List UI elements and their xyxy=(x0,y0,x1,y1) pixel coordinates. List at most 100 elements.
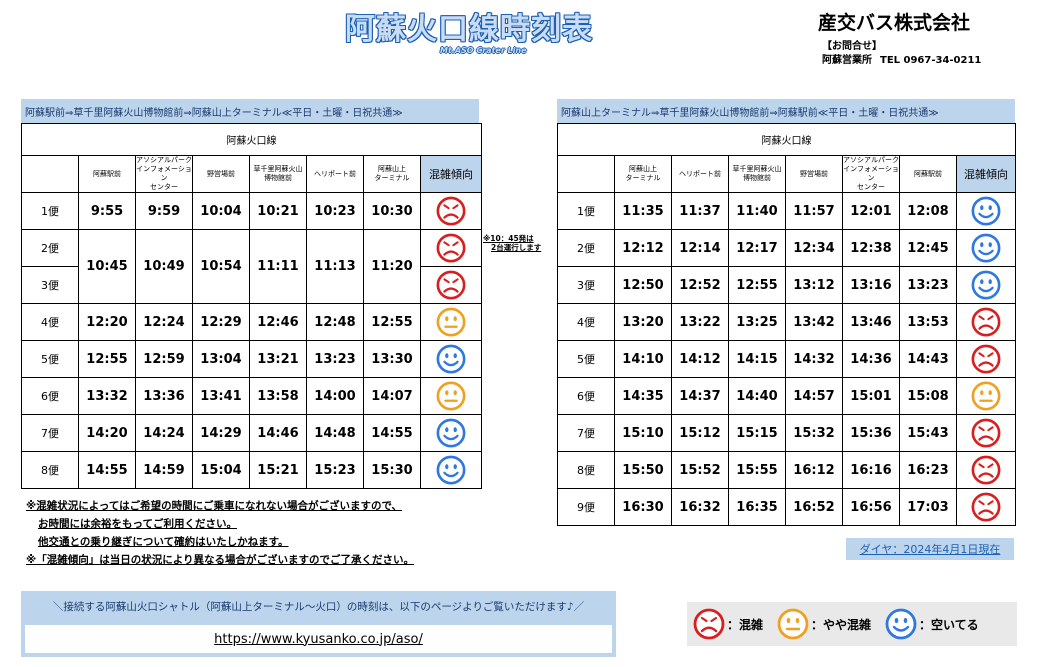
crowded-icon xyxy=(420,229,482,267)
departure-time: 14:29 xyxy=(192,414,250,452)
departure-time: 15:23 xyxy=(306,451,364,489)
bin-number: 1便 xyxy=(557,192,615,230)
bin-number: 2便 xyxy=(21,229,79,267)
congestion-legend: ：混雑 ：やや混雑 ：空いてる xyxy=(687,602,1017,646)
crowded-icon xyxy=(956,488,1016,526)
departure-time: 9:55 xyxy=(78,192,136,230)
departure-time: 14:07 xyxy=(363,377,421,415)
departure-time: 15:32 xyxy=(785,414,843,452)
departure-time: 11:20 xyxy=(363,229,421,304)
moderate-icon xyxy=(956,377,1016,415)
vacant-icon xyxy=(420,414,482,452)
departure-time: 11:35 xyxy=(614,192,672,230)
departure-time: 11:37 xyxy=(671,192,729,230)
departure-time: 14:55 xyxy=(78,451,136,489)
departure-time: 10:45 xyxy=(78,229,136,304)
departure-time: 12:20 xyxy=(78,303,136,341)
departure-time: 12:01 xyxy=(842,192,900,230)
departure-time: 10:54 xyxy=(192,229,250,304)
departure-time: 15:50 xyxy=(614,451,672,489)
departure-time: 13:23 xyxy=(899,266,957,304)
stop-name: 阿蘇山上 ターミナル xyxy=(614,155,672,193)
shuttle-link[interactable]: https://www.kyusanko.co.jp/aso/ xyxy=(25,625,612,653)
departure-time: 13:32 xyxy=(78,377,136,415)
departure-time: 16:16 xyxy=(842,451,900,489)
departure-time: 14:40 xyxy=(728,377,786,415)
legend-moderate-label: ：やや混雑 xyxy=(811,617,872,632)
departure-time: 10:23 xyxy=(306,192,364,230)
vacant-icon xyxy=(956,192,1016,230)
side-note-line: ※10：45発は xyxy=(483,234,534,243)
departure-time: 12:17 xyxy=(728,229,786,267)
departure-time: 13:41 xyxy=(192,377,250,415)
departure-time: 15:08 xyxy=(899,377,957,415)
notes: ※混雑状況によってはご希望の時間にご乗車になれない場合がございますので、 お時間… xyxy=(26,497,414,569)
table-row: 8便 15:50 15:52 15:55 16:12 16:16 16:23 xyxy=(557,451,1016,489)
note-line: ※混雑状況によってはご希望の時間にご乗車になれない場合がございますので、 xyxy=(26,500,403,512)
stop-name: 阿蘇駅前 xyxy=(78,155,136,193)
departure-time: 11:11 xyxy=(249,229,307,304)
bin-number: 4便 xyxy=(21,303,79,341)
shuttle-text: ＼接続する阿蘇山火口シャトル（阿蘇山上ターミナル～火口）の時刻は、以下のページよ… xyxy=(52,601,585,613)
line-name-row: 阿蘇火口線 xyxy=(21,123,482,156)
departure-time: 14:35 xyxy=(614,377,672,415)
departure-time: 13:22 xyxy=(671,303,729,341)
departure-time: 13:04 xyxy=(192,340,250,378)
departure-time: 10:49 xyxy=(135,229,193,304)
shuttle-info: ＼接続する阿蘇山火口シャトル（阿蘇山上ターミナル～火口）の時刻は、以下のページよ… xyxy=(21,591,616,657)
left-route-bar: 阿蘇駅前⇒草千里阿蘇火山博物館前⇒阿蘇山上ターミナル≪平日・土曜・日祝共通≫ xyxy=(21,99,479,123)
stop-header-row: 阿蘇山上 ターミナル ヘリポート前 草千里阿蘇火山 博物館前 野営場前 アソシアルパーク… xyxy=(557,155,1016,193)
stop-header-row: 阿蘇駅前 アソシアルパーク インフォメーション センター 野営場前 草千里阿蘇火山 博… xyxy=(21,155,482,193)
right-timetable: 阿蘇火口線 阿蘇山上 ターミナル ヘリポート前 草千里阿蘇火山 博物館前 野営場前 アソシ… xyxy=(557,123,1016,526)
line-name: 阿蘇火口線 xyxy=(21,123,482,156)
vacant-icon xyxy=(420,451,482,489)
note-line: お時間には余裕をもってご利用ください。 xyxy=(38,518,237,530)
company-name: 産交バス株式会社 xyxy=(818,12,971,34)
office-contact: 阿蘇営業所 TEL 0967-34-0211 xyxy=(822,51,981,66)
departure-time: 14:15 xyxy=(728,340,786,378)
departure-time: 12:24 xyxy=(135,303,193,341)
table-row: 4便 12:20 12:24 12:29 12:46 12:48 12:55 xyxy=(21,303,482,341)
departure-time: 15:43 xyxy=(899,414,957,452)
departure-time: 12:55 xyxy=(728,266,786,304)
bin-number: 1便 xyxy=(21,192,79,230)
bin-number: 8便 xyxy=(21,451,79,489)
departure-time: 13:12 xyxy=(785,266,843,304)
bin-number: 5便 xyxy=(557,340,615,378)
departure-time: 12:45 xyxy=(899,229,957,267)
departure-time: 12:59 xyxy=(135,340,193,378)
line-name: 阿蘇火口線 xyxy=(557,123,1016,156)
departure-time: 17:03 xyxy=(899,488,957,526)
departure-time: 13:16 xyxy=(842,266,900,304)
bin-number: 7便 xyxy=(21,414,79,452)
departure-time: 12:52 xyxy=(671,266,729,304)
table-row: 9便 16:30 16:32 16:35 16:52 16:56 17:03 xyxy=(557,488,1016,526)
page-subtitle: Mt.ASO Crater Line xyxy=(440,46,527,55)
stop-name: 野営場前 xyxy=(785,155,843,193)
crowded-icon xyxy=(956,414,1016,452)
departure-time: 14:36 xyxy=(842,340,900,378)
departure-time: 14:37 xyxy=(671,377,729,415)
moderate-icon xyxy=(777,608,811,640)
departure-time: 15:52 xyxy=(671,451,729,489)
departure-time: 14:00 xyxy=(306,377,364,415)
departure-time: 15:15 xyxy=(728,414,786,452)
bin-header xyxy=(21,155,79,193)
moderate-icon xyxy=(420,377,482,415)
table-row: 7便 15:10 15:12 15:15 15:32 15:36 15:43 xyxy=(557,414,1016,452)
vacant-icon xyxy=(420,340,482,378)
departure-time: 16:52 xyxy=(785,488,843,526)
departure-time: 14:48 xyxy=(306,414,364,452)
departure-time: 15:04 xyxy=(192,451,250,489)
departure-time: 12:48 xyxy=(306,303,364,341)
table-row: 6便 14:35 14:37 14:40 14:57 15:01 15:08 xyxy=(557,377,1016,415)
stop-name: アソシアルパーク インフォメーション センター xyxy=(135,155,193,193)
crowded-icon xyxy=(956,303,1016,341)
right-route-bar: 阿蘇山上ターミナル⇒草千里阿蘇火山博物館前⇒阿蘇駅前≪平日・土曜・日祝共通≫ xyxy=(557,99,1015,123)
stop-name: ヘリポート前 xyxy=(306,155,364,193)
departure-time: 14:43 xyxy=(899,340,957,378)
departure-time: 14:20 xyxy=(78,414,136,452)
departure-time: 12:12 xyxy=(614,229,672,267)
bin-number: 4便 xyxy=(557,303,615,341)
departure-time: 12:38 xyxy=(842,229,900,267)
